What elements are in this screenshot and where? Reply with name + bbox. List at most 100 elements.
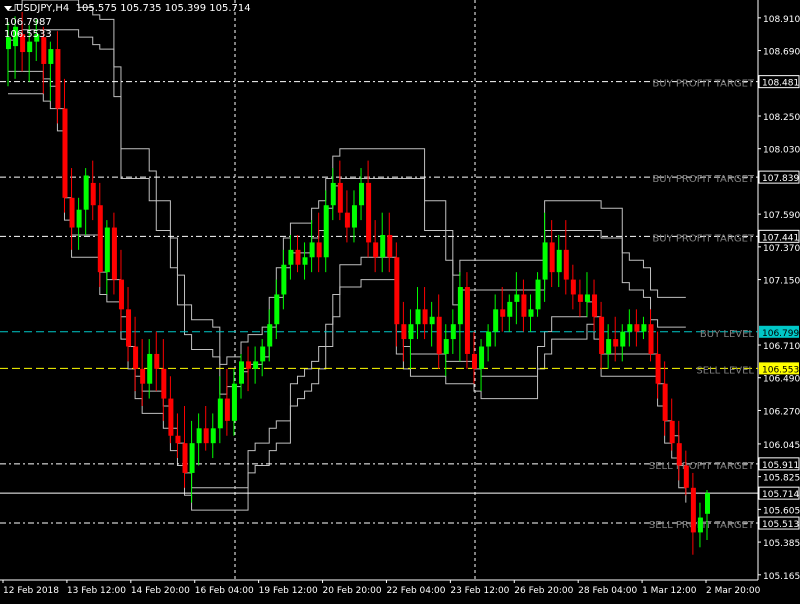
candle[interactable] bbox=[577, 279, 583, 317]
candle[interactable] bbox=[472, 331, 477, 384]
price-tick-label: 106.490 bbox=[763, 375, 800, 385]
candle[interactable] bbox=[76, 197, 82, 250]
candle[interactable] bbox=[316, 212, 322, 273]
candle[interactable] bbox=[422, 287, 428, 340]
candle[interactable] bbox=[620, 324, 626, 362]
candle[interactable] bbox=[253, 346, 259, 384]
price-chart[interactable]: BUY PROFIT TARGET 108.481BUY PROFIT TARGE… bbox=[0, 0, 800, 600]
candle[interactable] bbox=[69, 168, 75, 250]
candle[interactable] bbox=[104, 220, 110, 295]
candle[interactable] bbox=[189, 420, 195, 503]
candle[interactable] bbox=[203, 406, 209, 451]
candle[interactable] bbox=[154, 331, 160, 392]
candle[interactable] bbox=[380, 212, 386, 273]
candle[interactable] bbox=[457, 272, 463, 362]
candle[interactable] bbox=[464, 272, 470, 369]
candle[interactable] bbox=[521, 279, 527, 332]
candle[interactable] bbox=[224, 368, 230, 436]
candle[interactable] bbox=[514, 272, 520, 325]
candle[interactable] bbox=[415, 287, 421, 340]
candle[interactable] bbox=[126, 287, 132, 362]
candle[interactable] bbox=[542, 212, 548, 302]
candle[interactable] bbox=[655, 331, 661, 399]
candle[interactable] bbox=[359, 168, 365, 221]
candle[interactable] bbox=[683, 450, 689, 496]
candle[interactable] bbox=[309, 220, 315, 273]
candle[interactable] bbox=[196, 413, 202, 466]
candle[interactable] bbox=[627, 309, 633, 347]
candle[interactable] bbox=[479, 339, 485, 392]
candle[interactable] bbox=[705, 490, 710, 540]
candle-body bbox=[351, 205, 357, 228]
candle[interactable] bbox=[634, 309, 640, 347]
candle-body bbox=[48, 49, 54, 64]
candle[interactable] bbox=[584, 272, 590, 317]
candle[interactable] bbox=[140, 339, 146, 406]
candle[interactable] bbox=[351, 190, 357, 243]
candle[interactable] bbox=[323, 190, 329, 273]
candle[interactable] bbox=[641, 316, 647, 340]
candle[interactable] bbox=[408, 309, 414, 369]
candle[interactable] bbox=[690, 472, 696, 555]
candle[interactable] bbox=[394, 242, 400, 347]
candle[interactable] bbox=[118, 249, 124, 332]
candle[interactable] bbox=[563, 220, 569, 295]
candle[interactable] bbox=[450, 309, 456, 354]
candle[interactable] bbox=[133, 316, 139, 392]
candle[interactable] bbox=[556, 234, 562, 288]
candles[interactable] bbox=[6, 11, 710, 555]
candle[interactable] bbox=[48, 41, 54, 102]
candle[interactable] bbox=[373, 220, 379, 273]
candle[interactable] bbox=[295, 234, 301, 273]
candle[interactable] bbox=[330, 168, 336, 221]
price-tick-label: 108.030 bbox=[763, 146, 800, 156]
candle[interactable] bbox=[570, 264, 576, 310]
candle[interactable] bbox=[182, 406, 188, 488]
candle[interactable] bbox=[267, 309, 273, 362]
candle[interactable] bbox=[401, 301, 407, 362]
candle[interactable] bbox=[239, 353, 244, 399]
candle[interactable] bbox=[161, 339, 167, 421]
candle[interactable] bbox=[507, 294, 513, 332]
candle[interactable] bbox=[274, 279, 280, 340]
candle[interactable] bbox=[436, 294, 442, 369]
candle[interactable] bbox=[302, 242, 308, 280]
candle[interactable] bbox=[260, 339, 266, 377]
candle[interactable] bbox=[337, 160, 343, 221]
candle[interactable] bbox=[288, 234, 294, 280]
candle[interactable] bbox=[62, 78, 68, 213]
candle[interactable] bbox=[486, 324, 492, 362]
candle[interactable] bbox=[528, 294, 534, 332]
candle[interactable] bbox=[606, 324, 612, 369]
candle[interactable] bbox=[231, 368, 237, 436]
candle[interactable] bbox=[90, 160, 96, 221]
candle[interactable] bbox=[366, 160, 372, 258]
candle[interactable] bbox=[281, 249, 287, 310]
candle[interactable] bbox=[697, 502, 703, 548]
candle[interactable] bbox=[599, 301, 605, 369]
candle[interactable] bbox=[662, 361, 668, 436]
candle[interactable] bbox=[500, 287, 506, 332]
candle[interactable] bbox=[669, 398, 675, 451]
candle[interactable] bbox=[246, 346, 252, 392]
candle[interactable] bbox=[535, 272, 541, 317]
candle[interactable] bbox=[83, 168, 89, 235]
candle[interactable] bbox=[97, 182, 103, 288]
candle[interactable] bbox=[147, 339, 153, 399]
candle[interactable] bbox=[217, 376, 223, 444]
candle[interactable] bbox=[55, 31, 61, 124]
chart-window[interactable]: BUY PROFIT TARGET 108.481 BUY PROFIT TARGE… bbox=[0, 0, 800, 600]
dropdown-arrow-icon[interactable] bbox=[4, 5, 12, 11]
candle[interactable] bbox=[387, 212, 393, 273]
candle[interactable] bbox=[111, 212, 117, 295]
candle[interactable] bbox=[210, 413, 216, 459]
candle[interactable] bbox=[429, 301, 435, 347]
candle[interactable] bbox=[344, 190, 350, 243]
candle[interactable] bbox=[648, 309, 654, 362]
ohlc-values: 105.575 105.735 105.399 105.714 bbox=[75, 3, 251, 14]
price-tag-label: 105.911 bbox=[762, 461, 799, 471]
candle[interactable] bbox=[493, 294, 499, 347]
candle[interactable] bbox=[175, 413, 181, 459]
candle[interactable] bbox=[613, 316, 619, 362]
candle[interactable] bbox=[168, 376, 174, 444]
